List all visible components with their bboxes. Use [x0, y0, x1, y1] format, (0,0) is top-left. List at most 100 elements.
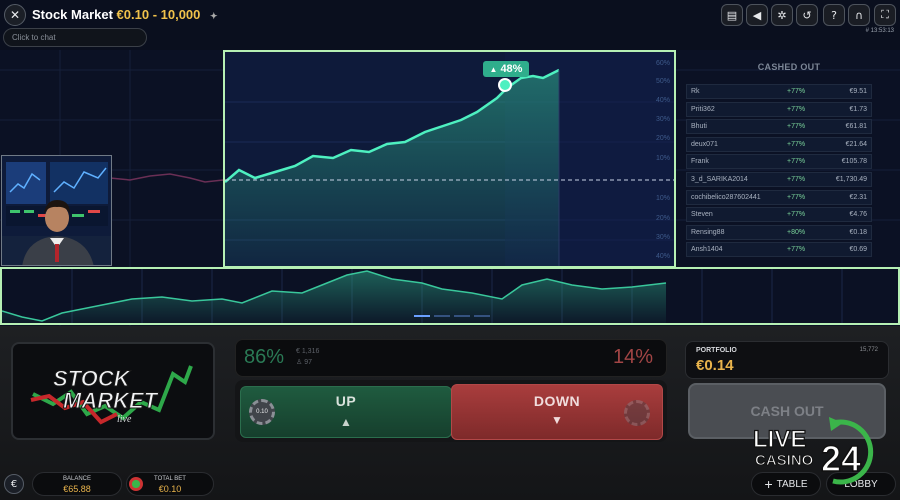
- player-name: Rk: [691, 88, 700, 95]
- portfolio-panel: PORTFOLIO 15,772 €0.14: [685, 341, 889, 379]
- portfolio-label: PORTFOLIO: [696, 347, 737, 354]
- cashed-out-row: Bhuti +77% €61.81: [686, 119, 872, 135]
- cashed-out-row: Steven +77% €4.76: [686, 207, 872, 223]
- player-percent: +77%: [787, 140, 806, 148]
- title-text: Stock Market: [32, 7, 113, 22]
- player-name: Frank: [691, 158, 709, 166]
- watermark-logo: LIVE CASINO 24: [752, 417, 874, 485]
- chat-input[interactable]: Click to chat: [3, 28, 147, 47]
- down-percentage: 14%: [613, 346, 654, 368]
- portfolio-ratio: 15,772: [859, 347, 878, 353]
- chart-area: [225, 70, 559, 266]
- dealer-image: [2, 156, 111, 265]
- player-name: 3_d_SARIKA2014: [691, 176, 748, 183]
- up-button[interactable]: UP ▲ 0.10: [240, 386, 452, 438]
- y-label: 30%: [656, 116, 671, 123]
- cashed-out-row: Ansh1404 +77% €0.69: [686, 242, 872, 258]
- price-chart: [225, 52, 674, 266]
- cashed-out-panel: CASHED OUT Rk +77% €9.51 Priti362 +77% €1.73 B…: [684, 58, 894, 258]
- player-percent: +77%: [787, 158, 806, 166]
- y-label: 40%: [656, 97, 671, 104]
- portfolio-value: €0.14: [696, 357, 734, 374]
- player-amount: €1.73: [849, 105, 867, 113]
- fullscreen-icon[interactable]: ⛶: [874, 4, 896, 26]
- player-amount: €105.78: [841, 158, 867, 166]
- player-name: Ansh1404: [691, 246, 723, 254]
- y-label: 10%: [656, 195, 671, 202]
- y-label: 50%: [656, 78, 671, 85]
- player-percent: +77%: [787, 123, 806, 131]
- cashed-out-row: Frank +77% €105.78: [686, 154, 872, 170]
- total-bet-value: €0.10: [158, 484, 182, 494]
- player-percent: +77%: [787, 246, 806, 254]
- player-amount: €0.18: [849, 228, 867, 236]
- player-name: cochibelico287602441: [691, 193, 761, 201]
- dealer-video: [1, 155, 112, 266]
- up-players-value: 97: [304, 359, 313, 366]
- chat-icon[interactable]: ▤: [721, 4, 743, 26]
- balance-pill: BALANCE €65.88: [32, 472, 122, 496]
- watermark-line2: CASINO: [755, 452, 814, 469]
- y-label: 20%: [656, 215, 671, 222]
- headset-icon[interactable]: ∩: [848, 4, 870, 26]
- logo-line3: live: [117, 414, 132, 425]
- history-icon[interactable]: ↺: [796, 4, 818, 26]
- cashed-out-row: deux071 +77% €21.64: [686, 136, 872, 152]
- current-point: [498, 78, 512, 92]
- cashed-out-row: Priti362 +77% €1.73: [686, 101, 872, 117]
- pin-icon[interactable]: ✦: [210, 11, 218, 21]
- up-stake: € 1,316: [296, 348, 319, 355]
- arrow-up-icon: ▲: [489, 64, 498, 74]
- player-percent: +77%: [787, 88, 806, 95]
- chip-icon[interactable]: 0.10: [249, 399, 275, 425]
- up-percentage: 86%: [244, 346, 285, 368]
- player-name: Rensing88: [691, 228, 725, 236]
- player-name: deux071: [691, 140, 718, 148]
- y-label: 10%: [656, 155, 671, 162]
- total-bet-pill: TOTAL BET €0.10: [126, 472, 214, 496]
- cashed-out-row: Rk +77% €9.51: [686, 84, 872, 99]
- currency-icon[interactable]: €: [4, 474, 24, 494]
- main-chart: [223, 50, 676, 268]
- game-title: Stock Market €0.10 - 10,000 ✦: [32, 7, 218, 22]
- total-bet-label: TOTAL BET: [154, 476, 186, 482]
- watermark-number: 24: [821, 438, 861, 479]
- down-button[interactable]: DOWN ▼: [451, 384, 663, 440]
- player-amount: €21.64: [845, 140, 867, 148]
- player-percent: +77%: [787, 176, 806, 183]
- chip-icon[interactable]: [624, 400, 650, 426]
- round-id: # 13:53:13: [865, 28, 894, 34]
- y-label: 30%: [656, 234, 671, 241]
- multiplier-badge: ▲ 48%: [483, 61, 529, 77]
- stake-range: €0.10 - 10,000: [116, 7, 201, 22]
- y-label: 20%: [656, 135, 671, 142]
- watermark-line1: LIVE: [753, 426, 806, 453]
- help-icon[interactable]: ?: [823, 4, 845, 26]
- player-percent: +77%: [787, 105, 806, 113]
- sound-icon[interactable]: ◀: [746, 4, 768, 26]
- player-name: Priti362: [691, 105, 715, 113]
- cashed-out-row: Rensing88 +80% €0.18: [686, 224, 872, 240]
- y-label: 40%: [656, 253, 671, 260]
- cashed-out-title: CASHED OUT: [757, 62, 821, 72]
- balance-label: BALANCE: [62, 476, 91, 482]
- player-amount: €4.76: [849, 211, 867, 219]
- player-amount: €1,730.49: [835, 176, 867, 183]
- gear-icon[interactable]: ✲: [771, 4, 793, 26]
- cashed-out-row: 3_d_SARIKA2014 +77% €1,730.49: [686, 172, 872, 187]
- close-icon[interactable]: ✕: [4, 4, 26, 26]
- player-percent: +77%: [787, 211, 806, 219]
- game-logo: STOCK MARKET live: [11, 342, 215, 440]
- balance-value: €65.88: [63, 484, 91, 494]
- cashed-out-row: cochibelico287602441 +77% €2.31: [686, 189, 872, 205]
- person-icon: ♙: [296, 359, 303, 366]
- history-graph: [2, 269, 843, 323]
- history-chart: [0, 267, 900, 325]
- stock-market-logo: STOCK MARKET live: [30, 365, 193, 425]
- player-amount: €61.81: [845, 123, 867, 131]
- up-players: ♙ 97: [296, 358, 312, 366]
- multiplier-value: 48%: [500, 63, 523, 75]
- player-name: Bhuti: [691, 123, 707, 131]
- site-watermark: LIVE CASINO 24: [752, 415, 893, 485]
- player-percent: +80%: [787, 228, 806, 236]
